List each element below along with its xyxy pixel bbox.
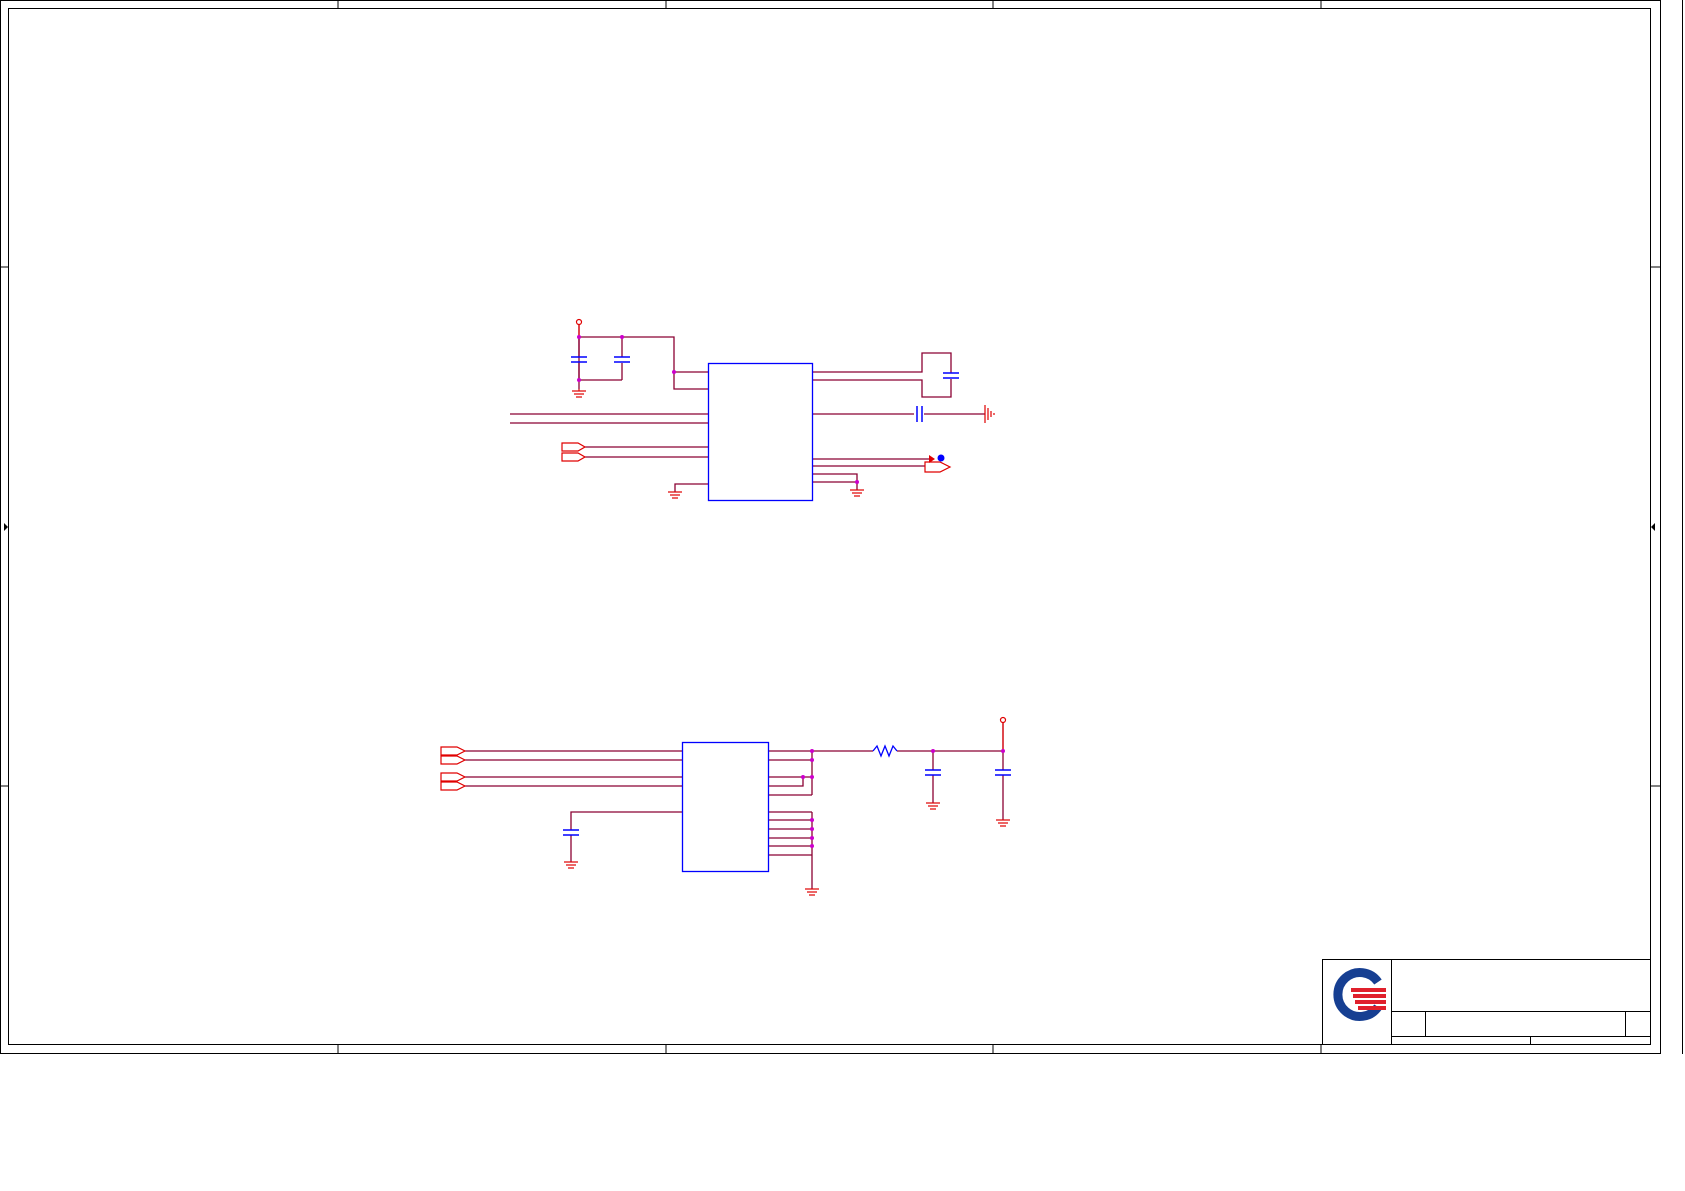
lower-resistor (872, 744, 898, 758)
ground-icon (805, 888, 819, 896)
ground-icon (850, 489, 864, 497)
upper-input-net-ports (561, 442, 587, 462)
net-port-in-2 (561, 452, 587, 462)
logo-red-stripe-2 (1353, 994, 1386, 998)
ground-icon (996, 819, 1010, 827)
drawing-frame (0, 0, 1683, 1054)
upper-ground-symbols (572, 389, 995, 499)
net-port-in-1 (561, 442, 587, 452)
ground-icon (926, 802, 940, 810)
net-port-in-5 (440, 772, 467, 782)
lower-circuit-wires (465, 720, 1004, 889)
net-port-in-6 (440, 781, 467, 791)
upper-power-symbol (575, 318, 583, 337)
zone-arrow-left-icon (4, 523, 8, 531)
net-port-out-1 (924, 461, 952, 473)
upper-circuit-wires (510, 325, 985, 492)
lower-power-symbol (999, 716, 1007, 751)
company-logo (1333, 968, 1386, 1021)
logo-red-stripe-4 (1358, 1006, 1386, 1010)
chassis-ground-icon (984, 405, 995, 423)
zone-arrow-right-icon (1651, 523, 1655, 531)
lower-input-net-ports (440, 746, 467, 791)
lower-capacitors (563, 769, 1011, 836)
net-port-in-4 (440, 755, 467, 765)
ground-icon (572, 389, 586, 398)
schematic-sheet (0, 0, 1683, 1054)
net-port-in-3 (440, 746, 467, 756)
logo-red-stripe-3 (1355, 1000, 1386, 1004)
upper-ic-body (707, 362, 814, 502)
lower-ground-symbols (564, 802, 1010, 896)
lower-circuit (440, 716, 1011, 896)
lower-ic-body (681, 741, 770, 873)
logo-red-stripe-1 (1351, 988, 1386, 992)
upper-circuit (510, 318, 995, 502)
frame-outer-border (0, 0, 1661, 1054)
frame-inner-border (8, 8, 1651, 1045)
lower-junction-dots (801, 749, 1005, 848)
ground-icon (668, 491, 682, 499)
upper-decoupling-capacitors (571, 356, 959, 422)
ground-icon (564, 861, 578, 869)
